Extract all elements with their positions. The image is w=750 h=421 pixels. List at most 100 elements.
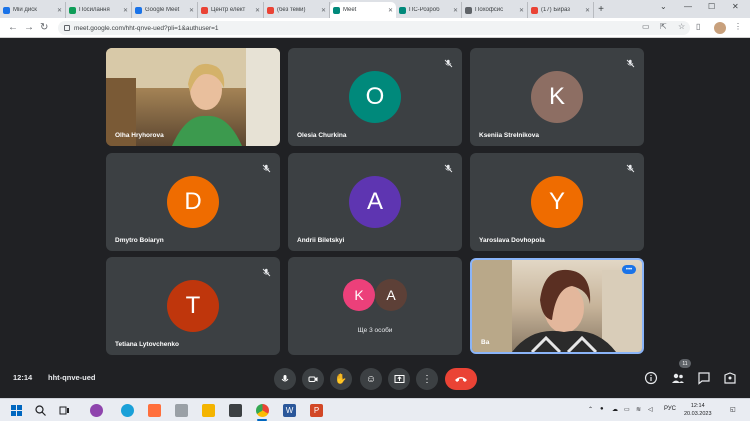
battery-icon[interactable]: ▭ — [624, 406, 630, 413]
windows-taskbar: W P ⌃ ● ☁ ▭ ≋ ◁ РУС 12:14 20.03.2023 ◱ — [0, 398, 750, 421]
tab-search-icon[interactable]: ⌄ — [660, 2, 667, 11]
participant-tile[interactable]: T Tetiana Lytovchenko — [106, 257, 280, 355]
avatar-letter: T — [185, 292, 201, 319]
tab-favicon-icon — [201, 6, 208, 14]
onedrive-icon[interactable]: ☁ — [612, 406, 618, 413]
input-language[interactable]: РУС — [664, 406, 676, 412]
mic-off-icon — [262, 160, 271, 173]
new-tab-button[interactable]: + — [594, 2, 608, 18]
participant-name: Olesia Churkina — [297, 132, 347, 139]
reload-icon[interactable]: ↻ — [40, 22, 48, 34]
tray-overflow-icon[interactable]: ⌃ — [588, 406, 593, 413]
powerpoint-icon[interactable]: P — [310, 404, 323, 417]
forward-icon[interactable]: → — [24, 22, 34, 34]
mic-off-icon — [626, 55, 635, 68]
file-explorer-icon[interactable] — [202, 404, 215, 417]
others-tile[interactable]: K A Ще 3 особи — [288, 257, 462, 355]
camera-icon — [308, 376, 318, 382]
profile-avatar[interactable] — [714, 22, 726, 34]
browser-tab[interactable]: Центр елект ✕ — [198, 2, 264, 18]
browser-tab[interactable]: ПС-Розроб ✕ — [396, 2, 462, 18]
microphone-button[interactable] — [274, 368, 296, 390]
tab-list: Мій диск ✕ Посилання ✕ Google Meet ✕ Центр еле… — [0, 0, 594, 18]
tab-close-icon[interactable]: ✕ — [123, 7, 128, 14]
url-input[interactable]: meet.google.com/hht-qnve-ued?pli=1&authu… — [58, 21, 690, 35]
tab-close-icon[interactable]: ✕ — [255, 7, 260, 14]
bookmark-star-icon[interactable]: ☆ — [678, 22, 685, 31]
self-video-tile[interactable]: ••• Ba — [470, 258, 644, 354]
browser-tab[interactable]: Google Meet ✕ — [132, 2, 198, 18]
present-button[interactable] — [388, 368, 410, 390]
chrome-icon[interactable] — [256, 404, 269, 417]
mail-icon[interactable] — [229, 404, 242, 417]
microphone-icon — [281, 375, 289, 382]
people-icon[interactable] — [671, 371, 685, 385]
participant-name: Yaroslava Dovhopola — [479, 237, 545, 244]
avatar-letter: K — [548, 83, 565, 110]
camera-permission-icon[interactable]: ▭ — [642, 22, 650, 31]
tab-label: (без теми) — [277, 7, 306, 13]
address-bar: ← → ↻ meet.google.com/hht-qnve-ued?pli=1… — [0, 18, 750, 38]
task-view-icon[interactable] — [58, 404, 71, 417]
wifi-icon[interactable]: ≋ — [636, 406, 641, 413]
copilot-icon[interactable] — [90, 404, 103, 417]
windows-start-icon[interactable] — [10, 404, 23, 417]
tab-close-icon[interactable]: ✕ — [321, 7, 326, 14]
tab-label: Центр елект — [211, 7, 246, 13]
participant-tile[interactable]: A Andrii Biletskyi — [288, 153, 462, 251]
system-clock[interactable]: 12:14 20.03.2023 — [684, 402, 712, 418]
tab-close-icon[interactable]: ✕ — [519, 7, 524, 14]
app-icon-gray[interactable] — [175, 404, 188, 417]
participant-count-badge: 11 — [679, 359, 691, 368]
browser-tab[interactable]: Мій диск ✕ — [0, 2, 66, 18]
camera-button[interactable] — [302, 368, 324, 390]
volume-icon[interactable]: ◁ — [648, 406, 653, 413]
leave-call-button[interactable] — [445, 368, 477, 390]
edge-icon[interactable] — [121, 404, 134, 417]
browser-tab[interactable]: Meet ✕ — [330, 2, 396, 18]
activities-icon[interactable] — [723, 371, 737, 385]
browser-tab[interactable]: (без теми) ✕ — [264, 2, 330, 18]
participant-tile[interactable]: K Kseniia Strelnikova — [470, 48, 644, 146]
tab-close-icon[interactable]: ✕ — [453, 7, 458, 14]
back-icon[interactable]: ← — [8, 22, 18, 34]
chat-icon[interactable] — [697, 371, 711, 385]
meeting-info-icon[interactable] — [644, 371, 658, 385]
browser-tab[interactable]: Похофсис ✕ — [462, 2, 528, 18]
meet-control-bar: 12:14 hht-qnve-ued ✋ ☺ ⋮ — [0, 360, 750, 398]
participant-tile[interactable]: O Olesia Churkina — [288, 48, 462, 146]
avatar-letter: A — [366, 188, 383, 215]
tray-app-icon[interactable]: ● — [600, 406, 604, 412]
participant-tile[interactable]: D Dmytro Boiaryn — [106, 153, 280, 251]
tab-favicon-icon — [333, 6, 340, 14]
participant-name: Olha Hryhorova — [115, 132, 164, 139]
tab-favicon-icon — [267, 6, 274, 14]
participant-tile[interactable]: Olha Hryhorova — [106, 48, 280, 146]
more-options-button[interactable]: ⋮ — [416, 368, 438, 390]
maximize-icon[interactable]: ☐ — [708, 2, 715, 11]
minimize-icon[interactable]: — — [684, 2, 692, 11]
word-icon[interactable]: W — [283, 404, 296, 417]
browser-tab[interactable]: (17) Бираз ✕ — [528, 2, 594, 18]
others-avatar-letter: K — [354, 287, 364, 303]
raise-hand-button[interactable]: ✋ — [330, 368, 352, 390]
participant-tile[interactable]: Y Yaroslava Dovhopola — [470, 153, 644, 251]
browser-tab[interactable]: Посилання ✕ — [66, 2, 132, 18]
tab-close-icon[interactable]: ✕ — [189, 7, 194, 14]
app-icon-orange[interactable] — [148, 404, 161, 417]
close-window-icon[interactable]: ✕ — [732, 2, 739, 11]
side-panel-icon[interactable]: ▯ — [696, 22, 700, 31]
search-icon[interactable] — [34, 404, 47, 417]
tab-close-icon[interactable]: ✕ — [585, 7, 590, 14]
browser-menu-icon[interactable]: ⋮ — [734, 22, 742, 31]
notifications-icon[interactable]: ◱ — [730, 406, 736, 413]
tab-label: Meet — [343, 7, 357, 13]
others-avatar-letter: A — [386, 287, 396, 303]
reactions-button[interactable]: ☺ — [360, 368, 382, 390]
tab-label: Посилання — [79, 7, 110, 13]
share-icon[interactable]: ⇱ — [660, 22, 667, 31]
speaking-dots: ••• — [625, 266, 633, 273]
tab-close-icon[interactable]: ✕ — [57, 7, 62, 14]
present-screen-icon — [394, 375, 404, 383]
tab-close-icon[interactable]: ✕ — [388, 7, 393, 14]
